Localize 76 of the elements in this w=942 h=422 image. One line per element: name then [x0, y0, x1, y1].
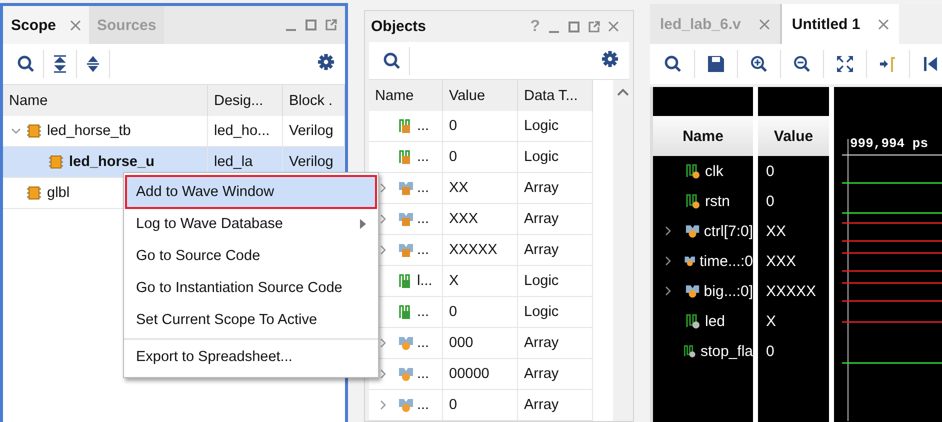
signal-row[interactable]: ctrl[7:0] — [653, 216, 753, 246]
table-cell: Array — [524, 366, 559, 382]
table-cell: XXX — [449, 211, 478, 227]
table-cell: l... — [417, 273, 432, 289]
signal-row[interactable]: rstn — [653, 186, 753, 216]
signal-value: XXXXX — [766, 282, 816, 300]
signal-name[interactable]: stop_fla — [700, 342, 753, 360]
table-cell: Array — [524, 335, 559, 351]
object-row-header[interactable]: ... — [369, 111, 443, 142]
menu-item[interactable]: Export to Spreadsheet... — [124, 338, 378, 374]
table-cell: Verilog — [289, 123, 334, 139]
table-cell: 0 — [449, 304, 458, 320]
table-cell: 0 — [449, 397, 458, 413]
signal-row[interactable]: stop_fla — [653, 336, 753, 366]
table-cell: Logic — [524, 304, 559, 320]
tree-item-label: led_horse_u — [69, 154, 154, 170]
signal-name[interactable]: time...:0 — [700, 252, 753, 270]
column-header[interactable]: Name — [653, 116, 753, 156]
signal-name[interactable]: clk — [705, 162, 724, 180]
signal-value: 0 — [766, 342, 774, 360]
table-cell: XX — [449, 180, 468, 196]
table-cell: ... — [417, 211, 430, 227]
signal-row[interactable]: big...:0] — [653, 276, 753, 306]
panel-title: Objects — [371, 18, 426, 36]
table-cell: ... — [417, 149, 430, 165]
menu-item[interactable]: Add to Wave Window — [126, 176, 376, 208]
signal-row[interactable]: time...:0 — [653, 246, 753, 276]
object-row-header[interactable]: ... — [369, 390, 443, 421]
table-cell: ... — [417, 118, 430, 134]
table-cell: led_la — [214, 154, 253, 170]
column-header[interactable]: Block . — [283, 85, 345, 116]
table-cell: 0 — [449, 118, 458, 134]
table-cell: led_ho... — [214, 123, 270, 139]
table-cell: Array — [524, 180, 559, 196]
table-cell: XXXXX — [449, 242, 498, 258]
table-cell: Logic — [524, 149, 559, 165]
table-cell: Array — [524, 211, 559, 227]
signal-value: X — [766, 312, 776, 330]
column-header[interactable]: Data T... — [518, 80, 593, 111]
signal-row[interactable]: clk — [653, 156, 753, 186]
tree-item[interactable]: led_horse_u — [3, 147, 208, 178]
signal-value: 0 — [766, 162, 774, 180]
tree-item-label: led_horse_tb — [47, 123, 131, 139]
tree-item-label: glbl — [47, 185, 70, 201]
signal-name[interactable]: rstn — [705, 192, 730, 210]
column-header[interactable]: Desig... — [208, 85, 283, 116]
signal-name[interactable]: led — [705, 312, 726, 330]
table-cell: ... — [417, 335, 430, 351]
signal-name[interactable]: ctrl[7:0] — [704, 222, 753, 240]
editor-tab[interactable]: Untitled 1 — [782, 4, 900, 44]
table-cell: Logic — [524, 273, 559, 289]
signal-value: XX — [766, 222, 786, 240]
table-cell: X — [449, 273, 459, 289]
table-cell: 0 — [449, 149, 458, 165]
table-cell: ... — [417, 304, 430, 320]
signal-name[interactable]: big...:0] — [704, 282, 753, 300]
table-cell: ... — [417, 242, 430, 258]
table-cell: ... — [417, 180, 430, 196]
table-cell: Logic — [524, 118, 559, 134]
table-cell: Verilog — [289, 154, 334, 170]
signal-value: 0 — [766, 192, 774, 210]
column-header[interactable]: Name — [3, 85, 208, 116]
cursor-time: 999,994 ps — [850, 136, 928, 151]
table-cell: 000 — [449, 335, 474, 351]
column-header[interactable]: Name — [369, 80, 443, 111]
column-header[interactable]: Value — [758, 116, 829, 156]
signal-value: XXX — [766, 252, 796, 270]
table-cell: ... — [417, 397, 430, 413]
signal-row[interactable]: led — [653, 306, 753, 336]
table-cell: Array — [524, 242, 559, 258]
object-row-header[interactable]: ... — [369, 142, 443, 173]
table-cell: 00000 — [449, 366, 490, 382]
table-cell: Array — [524, 397, 559, 413]
table-cell: ... — [417, 366, 430, 382]
panel-tab[interactable]: Scope — [3, 6, 90, 44]
column-header[interactable]: Value — [443, 80, 518, 111]
